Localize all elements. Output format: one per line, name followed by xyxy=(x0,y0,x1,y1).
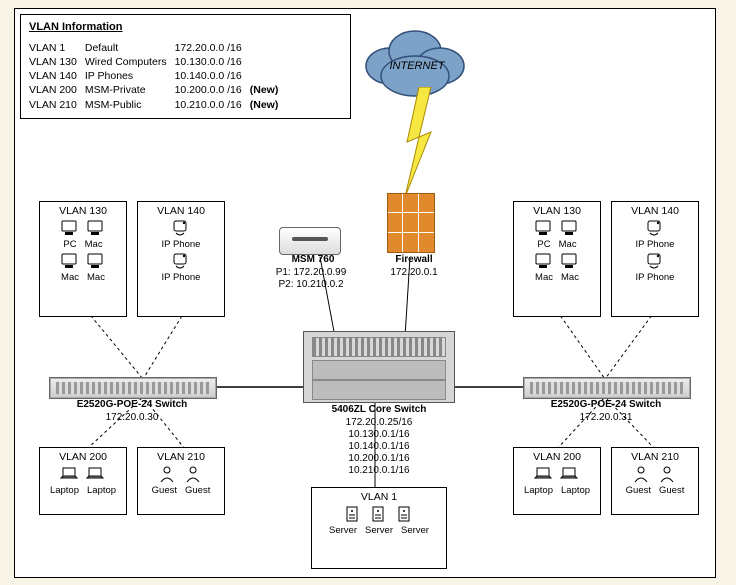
box-title: VLAN 210 xyxy=(612,451,698,463)
box-title: VLAN 200 xyxy=(514,451,600,463)
box-title: VLAN 130 xyxy=(514,205,600,217)
right-switch-name: E2520G-POE-24 Switch xyxy=(521,399,691,410)
left-switch-ip: 172.20.0.30 xyxy=(47,412,217,423)
vlan1-box: VLAN 1 ServerServerServer xyxy=(311,487,447,569)
firewall-icon xyxy=(387,193,435,253)
laptop-icon xyxy=(60,465,80,485)
box-title: VLAN 1 xyxy=(312,491,446,503)
pc-icon xyxy=(86,252,106,272)
right-vlan140-box: VLAN 140 IP Phone IP Phone xyxy=(611,201,699,317)
vlan-info-title: VLAN Information xyxy=(29,20,342,35)
server-icon xyxy=(369,505,389,525)
pc-icon xyxy=(534,252,554,272)
internet-text: INTERNET xyxy=(387,60,447,72)
box-title: VLAN 130 xyxy=(40,205,126,217)
firewall-ip: 172.20.0.1 xyxy=(379,267,449,278)
core-ip-2: 10.140.0.1/16 xyxy=(299,441,459,452)
right-switch-ip: 172.20.0.31 xyxy=(521,412,691,423)
phone-icon xyxy=(171,219,191,239)
left-vlan200-box: VLAN 200 LaptopLaptop xyxy=(39,447,127,515)
right-vlan200-box: VLAN 200 LaptopLaptop xyxy=(513,447,601,515)
msm-p2: P2: 10.210.0.2 xyxy=(261,279,361,290)
server-icon xyxy=(395,505,415,525)
pc-icon xyxy=(60,219,80,239)
box-title: VLAN 140 xyxy=(138,205,224,217)
firewall-name: Firewall xyxy=(379,254,449,265)
phone-icon xyxy=(645,219,665,239)
core-ip-4: 10.210.0.1/16 xyxy=(299,465,459,476)
core-ip-1: 10.130.0.1/16 xyxy=(299,429,459,440)
core-switch-name: 5406ZL Core Switch xyxy=(299,404,459,415)
pc-icon xyxy=(560,252,580,272)
laptop-icon xyxy=(86,465,106,485)
person-icon xyxy=(658,465,678,485)
pc-icon xyxy=(560,219,580,239)
box-title: VLAN 210 xyxy=(138,451,224,463)
vlan-info-panel: VLAN Information VLAN 1Default172.20.0.0… xyxy=(20,14,351,119)
person-icon xyxy=(158,465,178,485)
phone-icon xyxy=(171,252,191,272)
msm-p1: P1: 172.20.0.99 xyxy=(261,267,361,278)
vlan-info-table: VLAN 1Default172.20.0.0 /16 VLAN 130Wire… xyxy=(29,41,286,112)
core-ip-0: 172.20.0.25/16 xyxy=(299,417,459,428)
person-icon xyxy=(184,465,204,485)
server-icon xyxy=(343,505,363,525)
right-vlan130-box: VLAN 130 PCMac MacMac xyxy=(513,201,601,317)
phone-icon xyxy=(645,252,665,272)
diagram-frame: VLAN Information VLAN 1Default172.20.0.0… xyxy=(14,8,716,578)
laptop-icon xyxy=(534,465,554,485)
left-vlan130-box: VLAN 130 PCMac MacMac xyxy=(39,201,127,317)
msm-name: MSM 760 xyxy=(273,254,353,265)
pc-icon xyxy=(60,252,80,272)
pc-icon xyxy=(534,219,554,239)
laptop-icon xyxy=(560,465,580,485)
lightning-icon xyxy=(401,87,437,202)
box-title: VLAN 140 xyxy=(612,205,698,217)
right-edge-switch-icon xyxy=(523,377,691,399)
core-ip-3: 10.200.0.1/16 xyxy=(299,453,459,464)
left-vlan140-box: VLAN 140 IP Phone IP Phone xyxy=(137,201,225,317)
left-vlan210-box: VLAN 210 GuestGuest xyxy=(137,447,225,515)
person-icon xyxy=(632,465,652,485)
core-switch-icon xyxy=(303,331,455,403)
left-switch-name: E2520G-POE-24 Switch xyxy=(47,399,217,410)
left-edge-switch-icon xyxy=(49,377,217,399)
box-title: VLAN 200 xyxy=(40,451,126,463)
right-vlan210-box: VLAN 210 GuestGuest xyxy=(611,447,699,515)
msm-controller-icon xyxy=(279,227,341,255)
pc-icon xyxy=(86,219,106,239)
